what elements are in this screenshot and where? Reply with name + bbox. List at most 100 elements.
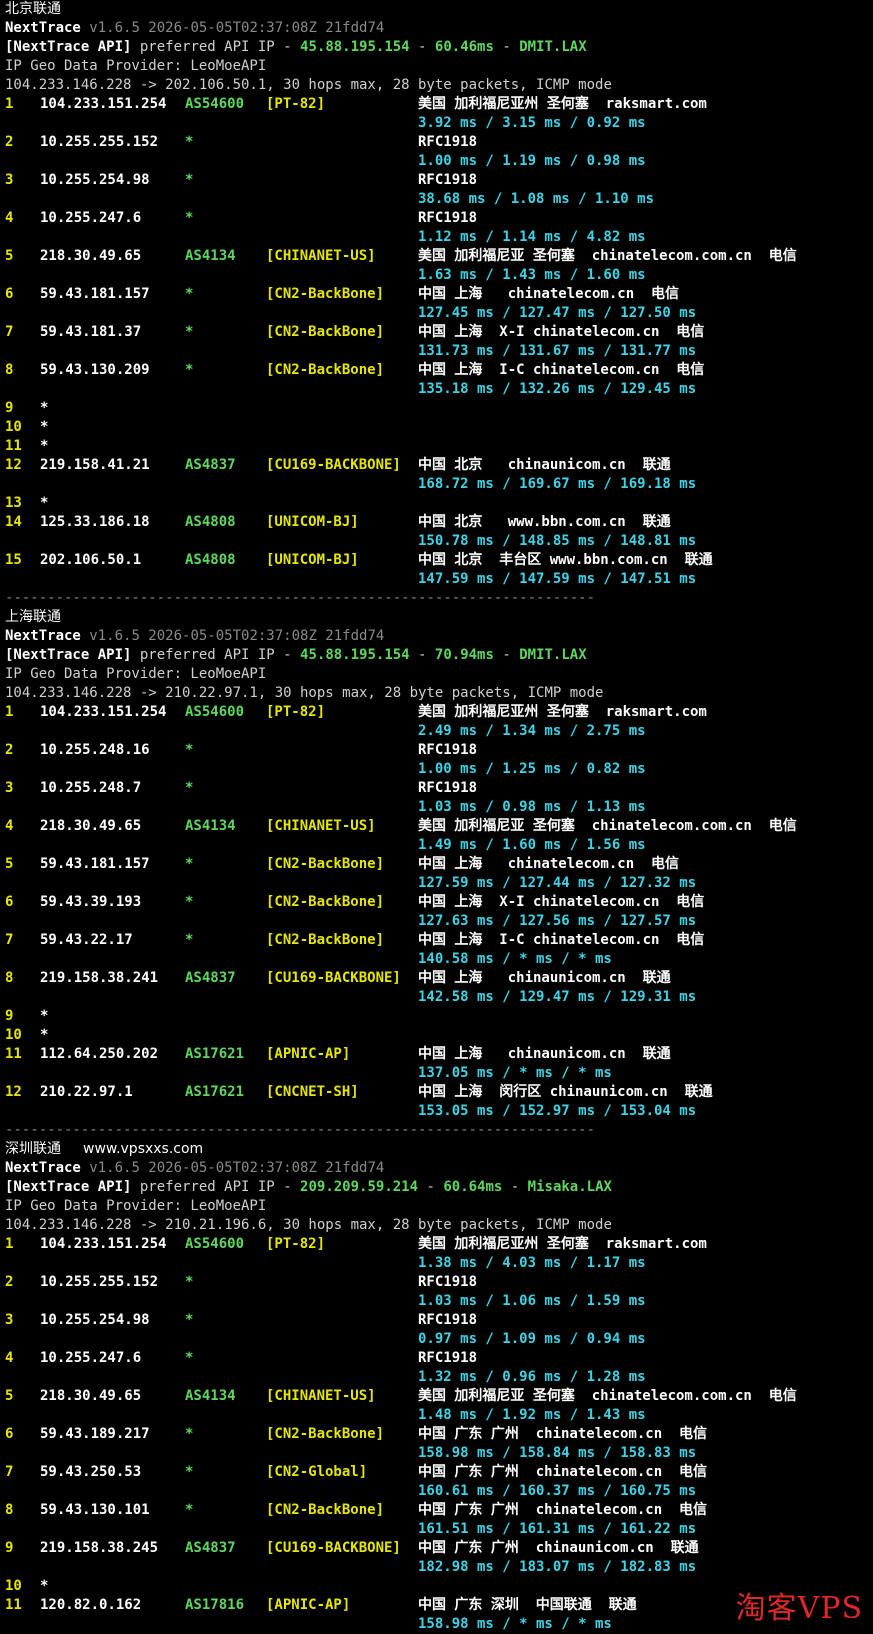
hop-latency: 0.97 ms / 1.09 ms / 0.94 ms: [418, 1331, 646, 1347]
hop-tag: [UNICOM-BJ]: [266, 514, 359, 530]
hop-latency: 135.18 ms / 132.26 ms / 129.45 ms: [418, 381, 697, 397]
separator: ----------------------------------------…: [5, 590, 596, 606]
hop-ip: 202.106.50.1: [40, 552, 142, 568]
hop-number: 11: [5, 438, 22, 454]
hop-ip: 10.255.248.7: [40, 780, 142, 796]
hop-asn: AS4808: [185, 552, 236, 568]
hop-number: 11: [5, 1046, 22, 1062]
hop-row: 1 104.233.151.254 AS54600 [PT-82] 美国 加利福尼亚州 …: [5, 95, 870, 114]
hop-latency-row: 38.68 ms / 1.08 ms / 1.10 ms: [5, 190, 870, 209]
api-line: [NextTrace API] preferred API IP - 45.88…: [5, 39, 587, 55]
hop-ip: *: [40, 1027, 49, 1043]
hop-row: 1 104.233.151.254 AS54600 [PT-82] 美国 加利福尼亚州 …: [5, 703, 870, 722]
watermark-logo: 淘客VPS: [735, 1591, 863, 1626]
hop-number: 6: [5, 894, 14, 910]
hop-latency-row: 1.48 ms / 1.92 ms / 1.43 ms: [5, 1406, 870, 1425]
hop-geo: 中国 上海 chinatelecom.cn 电信: [418, 286, 680, 302]
hop-latency-row: 140.58 ms / * ms / * ms: [5, 950, 870, 969]
hop-asn: AS4837: [185, 1540, 236, 1556]
hop-ip: 59.43.189.217: [40, 1426, 150, 1442]
hop-geo: 美国 加利福尼亚 圣何塞 chinatelecom.com.cn 电信: [418, 1388, 797, 1404]
trace-line: 104.233.146.228 -> 210.21.196.6, 30 hops…: [5, 1216, 870, 1235]
hop-latency: 127.63 ms / 127.56 ms / 127.57 ms: [418, 913, 697, 929]
hop-latency-row: 135.18 ms / 132.26 ms / 129.45 ms: [5, 380, 870, 399]
hop-ip: 10.255.255.152: [40, 1274, 159, 1290]
hop-tag: [APNIC-AP]: [266, 1597, 351, 1613]
hop-row: 10 *: [5, 418, 870, 437]
hop-number: 1: [5, 1236, 14, 1252]
hop-number: 4: [5, 210, 14, 226]
api-latency: 60.64ms: [443, 1179, 503, 1195]
hop-geo: 中国 上海 chinaunicom.cn 联通: [418, 1046, 671, 1062]
hop-row: 5 218.30.49.65 AS4134 [CHINANET-US] 美国 加利福尼亚…: [5, 247, 870, 266]
hop-latency-row: 1.32 ms / 0.96 ms / 1.28 ms: [5, 1368, 870, 1387]
trace-line: 104.233.146.228 -> 210.22.97.1, 30 hops …: [5, 684, 870, 703]
hop-geo: 中国 广东 广州 chinatelecom.cn 电信: [418, 1464, 708, 1480]
hop-latency-row: 2.49 ms / 1.34 ms / 2.75 ms: [5, 722, 870, 741]
hop-row: 2 10.255.255.152 * RFC1918: [5, 1273, 870, 1292]
hop-latency: 153.05 ms / 152.97 ms / 153.04 ms: [418, 1103, 697, 1119]
hop-row: 3 10.255.254.98 * RFC1918: [5, 171, 870, 190]
hop-geo: 美国 加利福尼亚州 圣何塞 raksmart.com: [418, 1236, 707, 1252]
trace-section: 深圳联通 www.vpsxxs.com NextTrace v1.6.5 2026-…: [5, 1140, 870, 1634]
hop-number: 2: [5, 134, 14, 150]
geo-provider-line: IP Geo Data Provider: LeoMoeAPI: [5, 665, 870, 684]
geo-provider: IP Geo Data Provider: LeoMoeAPI: [5, 58, 267, 74]
hop-row: 5 59.43.181.157 * [CN2-BackBone] 中国 上海 china…: [5, 855, 870, 874]
hop-number: 12: [5, 457, 22, 473]
terminal-output: 北京联通 NextTrace v1.6.5 2026-05-05T02:37:08…: [5, 0, 870, 1634]
brand-name: NextTrace: [5, 1160, 81, 1176]
hop-number: 9: [5, 400, 14, 416]
hop-ip: 10.255.248.16: [40, 742, 150, 758]
hop-ip: *: [40, 1578, 49, 1594]
hop-geo: 中国 广东 广州 chinatelecom.cn 电信: [418, 1502, 708, 1518]
hop-geo: 中国 上海 chinaunicom.cn 联通: [418, 970, 671, 986]
hop-ip: 10.255.254.98: [40, 1312, 150, 1328]
hop-row: 2 10.255.248.16 * RFC1918: [5, 741, 870, 760]
hop-row: 3 10.255.248.7 * RFC1918: [5, 779, 870, 798]
hop-tag: [PT-82]: [266, 96, 326, 112]
hop-geo: 中国 上海 I-C chinatelecom.cn 电信: [418, 362, 705, 378]
version-line: NextTrace v1.6.5 2026-05-05T02:37:08Z 21…: [5, 1159, 870, 1178]
hop-tag: [PT-82]: [266, 704, 326, 720]
hop-geo: RFC1918: [418, 172, 478, 188]
hop-ip: *: [40, 495, 49, 511]
api-label: [NextTrace API]: [5, 647, 132, 663]
hop-ip: 104.233.151.254: [40, 96, 167, 112]
section-header: 北京联通: [5, 0, 870, 19]
hop-number: 11: [5, 1597, 22, 1613]
hop-tag: [CN2-BackBone]: [266, 856, 385, 872]
hop-ip: 10.255.255.152: [40, 134, 159, 150]
hop-number: 7: [5, 324, 14, 340]
hop-ip: 10.255.247.6: [40, 210, 142, 226]
hop-asn: AS4837: [185, 457, 236, 473]
hop-ip: 59.43.130.209: [40, 362, 150, 378]
hop-latency: 131.73 ms / 131.67 ms / 131.77 ms: [418, 343, 697, 359]
hop-geo: 中国 广东 广州 chinatelecom.cn 电信: [418, 1426, 708, 1442]
hop-number: 6: [5, 286, 14, 302]
section-header: 上海联通: [5, 608, 870, 627]
hop-tag: [CHINANET-US]: [266, 1388, 376, 1404]
hop-latency-row: 131.73 ms / 131.67 ms / 131.77 ms: [5, 342, 870, 361]
hop-asn: AS54600: [185, 704, 245, 720]
hop-asn: AS4134: [185, 818, 236, 834]
hop-number: 2: [5, 1274, 14, 1290]
hop-asn: AS17816: [185, 1597, 245, 1613]
hop-geo: 中国 广东 广州 chinaunicom.cn 联通: [418, 1540, 699, 1556]
hop-number: 7: [5, 1464, 14, 1480]
hop-geo: RFC1918: [418, 134, 478, 150]
version-line: NextTrace v1.6.5 2026-05-05T02:37:08Z 21…: [5, 627, 870, 646]
hop-latency-row: 0.97 ms / 1.09 ms / 0.94 ms: [5, 1330, 870, 1349]
geo-provider: IP Geo Data Provider: LeoMoeAPI: [5, 666, 267, 682]
trace-target: 104.233.146.228 -> 202.106.50.1, 30 hops…: [5, 77, 612, 93]
hop-geo: 中国 北京 www.bbn.com.cn 联通: [418, 514, 671, 530]
hop-ip: 125.33.186.18: [40, 514, 150, 530]
version-text: v1.6.5 2026-05-05T02:37:08Z 21fdd74: [89, 20, 385, 36]
hop-latency-row: 150.78 ms / 148.85 ms / 148.81 ms: [5, 532, 870, 551]
api-text: preferred API IP -: [139, 39, 292, 55]
version-text: v1.6.5 2026-05-05T02:37:08Z 21fdd74: [89, 628, 385, 644]
hop-latency-row: 168.72 ms / 169.67 ms / 169.18 ms: [5, 475, 870, 494]
api-latency: 60.46ms: [434, 39, 494, 55]
hop-number: 8: [5, 1502, 14, 1518]
section-header: 深圳联通 www.vpsxxs.com: [5, 1140, 870, 1159]
